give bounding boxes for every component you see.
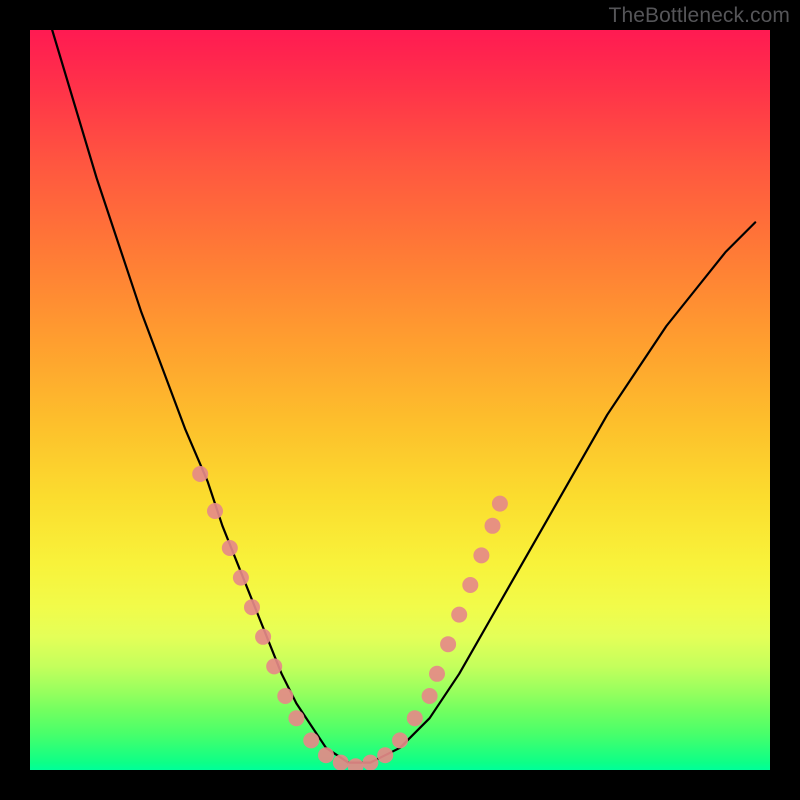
chart-container: TheBottleneck.com xyxy=(0,0,800,800)
marker-dot xyxy=(244,599,260,615)
chart-svg xyxy=(30,30,770,770)
marker-dot xyxy=(362,755,378,770)
marker-dot xyxy=(462,577,478,593)
marker-dot xyxy=(451,607,467,623)
marker-dot xyxy=(266,658,282,674)
marker-dot xyxy=(318,747,334,763)
marker-dot xyxy=(473,547,489,563)
marker-dot xyxy=(429,666,445,682)
marker-dot xyxy=(192,466,208,482)
watermark-text: TheBottleneck.com xyxy=(609,4,790,28)
marker-dot xyxy=(485,518,501,534)
marker-dot xyxy=(333,755,349,770)
marker-dot xyxy=(392,732,408,748)
marker-dot xyxy=(207,503,223,519)
marker-dot xyxy=(222,540,238,556)
marker-dot xyxy=(492,496,508,512)
marker-dot xyxy=(407,710,423,726)
plot-area xyxy=(30,30,770,770)
marker-dot xyxy=(422,688,438,704)
marker-dot xyxy=(440,636,456,652)
marker-dot xyxy=(233,570,249,586)
curve-line xyxy=(52,30,755,763)
marker-dot xyxy=(288,710,304,726)
marker-dot xyxy=(348,758,364,770)
marker-dot xyxy=(277,688,293,704)
marker-dot xyxy=(377,747,393,763)
marker-dot xyxy=(255,629,271,645)
marker-dot xyxy=(303,732,319,748)
